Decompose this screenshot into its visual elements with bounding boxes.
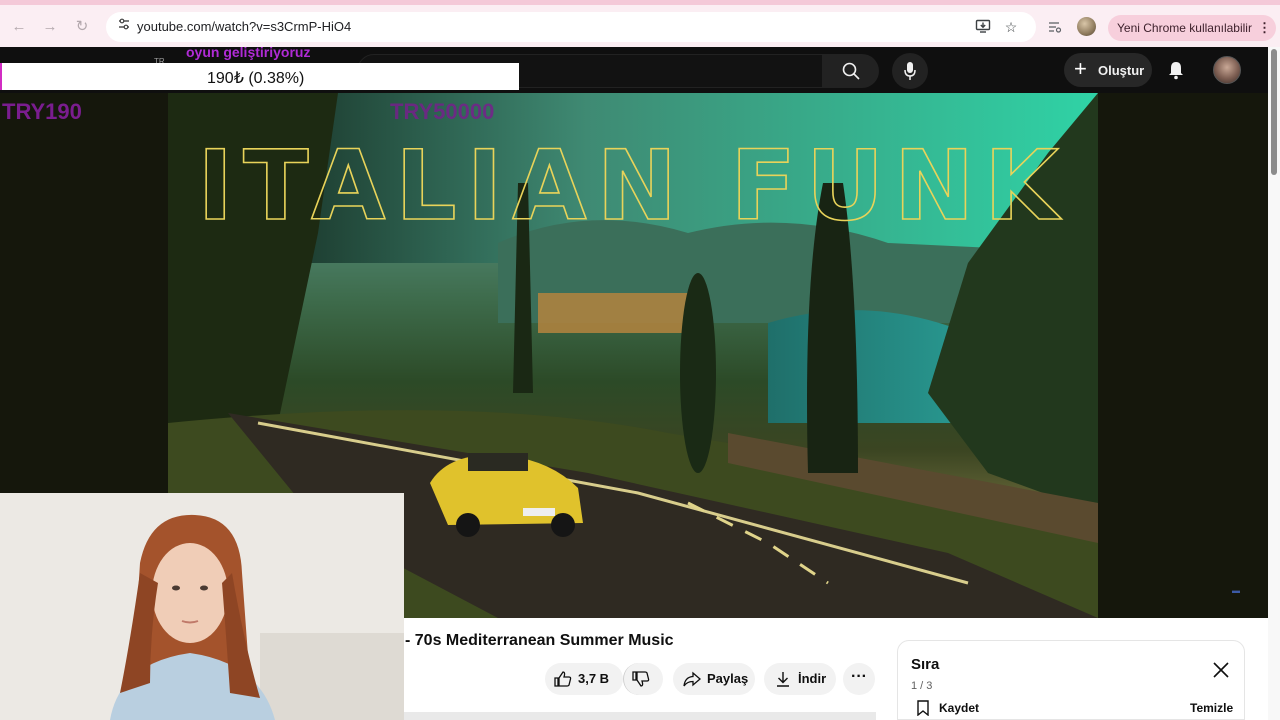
tab-search-icon[interactable] (1045, 19, 1065, 39)
bookmark-star-icon[interactable]: ☆ (1002, 18, 1020, 36)
create-button[interactable]: + Oluştur (1064, 53, 1152, 87)
profile-icon[interactable] (1077, 17, 1096, 36)
back-icon[interactable]: ← (9, 17, 29, 37)
forward-icon[interactable]: → (40, 17, 60, 37)
close-icon[interactable] (1212, 661, 1230, 679)
queue-count: 1 / 3 (911, 680, 933, 692)
microphone-icon (904, 62, 916, 80)
thumbs-up-icon (554, 671, 572, 687)
share-label: Paylaş (707, 671, 749, 686)
download-icon (777, 672, 789, 687)
avatar[interactable] (1213, 56, 1241, 84)
share-icon (683, 671, 701, 687)
scrollbar-thumb[interactable] (1271, 49, 1277, 175)
like-count: 3,7 B (578, 671, 610, 686)
video-title: - 70s Mediterranean Summer Music (405, 632, 674, 649)
like-button[interactable]: 3,7 B (545, 663, 623, 695)
page-scrollbar[interactable] (1268, 47, 1280, 720)
create-label: Oluştur (1098, 63, 1145, 78)
donation-goal-text: 190₺ (0.38%) (207, 70, 305, 87)
description-box-edge (404, 712, 876, 720)
browser-toolbar: ← → ↻ youtube.com/watch?v=s3CrmP-HiO4 ☆ … (0, 0, 1280, 47)
site-info-icon[interactable] (114, 17, 134, 37)
donation-amount-right: TRY50000 (390, 99, 495, 124)
queue-save-label: Kaydet (939, 701, 980, 715)
install-app-icon[interactable] (974, 18, 992, 36)
address-bar[interactable]: youtube.com/watch?v=s3CrmP-HiO4 ☆ (106, 12, 1036, 42)
update-label: Yeni Chrome kullanılabilir (1117, 21, 1252, 35)
webcam-overlay (0, 493, 404, 720)
donation-goal-bar: 190₺ (0.38%) (0, 63, 519, 90)
queue-clear-button[interactable]: Temizle (1190, 701, 1233, 715)
thumbs-down-icon (632, 671, 650, 687)
bookmark-icon (917, 700, 929, 716)
queue-panel: Sıra 1 / 3 Kaydet Temizle (897, 640, 1245, 720)
plus-icon: + (1074, 56, 1087, 81)
chrome-update-button[interactable]: Yeni Chrome kullanılabilir ⋮ (1108, 15, 1276, 41)
voice-search-button[interactable] (892, 53, 928, 89)
queue-title: Sıra (911, 656, 940, 673)
donation-amount-left: TRY190 (2, 99, 82, 124)
bell-icon[interactable] (1161, 55, 1191, 85)
search-button[interactable] (823, 54, 879, 88)
player-badge-icon: ▬ (1232, 586, 1240, 595)
download-label: İndir (798, 671, 827, 686)
reload-icon[interactable]: ↻ (72, 17, 92, 37)
kebab-menu-icon[interactable]: ⋮ (1258, 20, 1271, 36)
url-text[interactable]: youtube.com/watch?v=s3CrmP-HiO4 (137, 19, 351, 34)
overlay-note: oyun geliştiriyoruz (186, 44, 311, 60)
download-button[interactable]: İndir (764, 663, 836, 695)
more-actions-button[interactable]: ··· (843, 663, 875, 695)
share-button[interactable]: Paylaş (673, 663, 755, 695)
search-icon (842, 62, 860, 80)
thumbnail-title-text: ITALIAN FUNK (197, 130, 1068, 242)
dislike-button[interactable] (623, 663, 663, 695)
